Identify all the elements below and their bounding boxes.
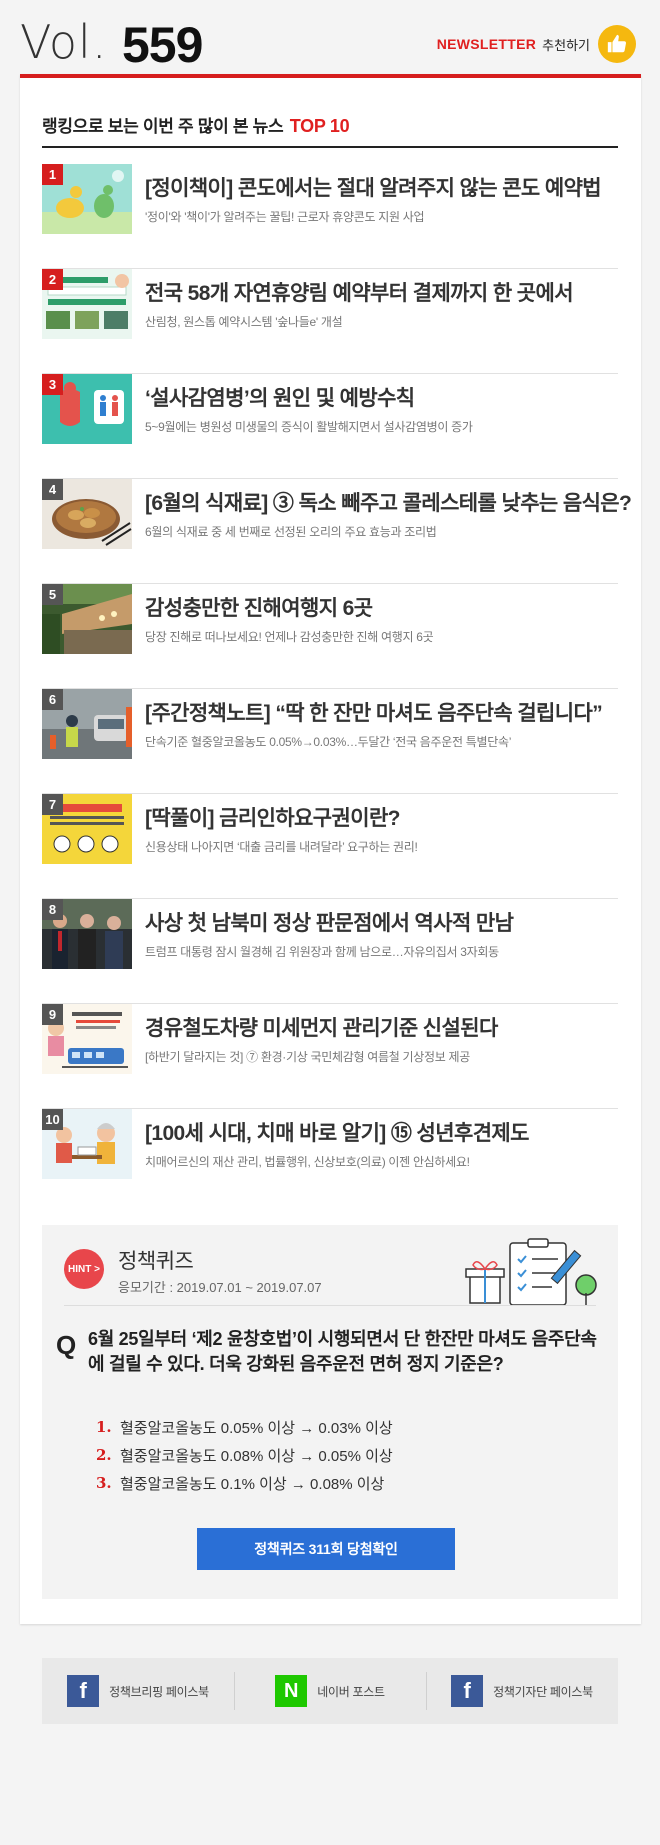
- question-mark: Q: [56, 1330, 77, 1360]
- thumbs-up-icon[interactable]: [598, 25, 636, 63]
- news-description: 당장 진해로 떠나보세요! 언제나 감성충만한 진해 여행지 6곳: [145, 630, 434, 644]
- news-item[interactable]: 10 [100세 시대, 치매 바로 알기] ⑮ 성년후견제도 치매어르신의 재…: [42, 1109, 618, 1214]
- news-item[interactable]: 6 [주간정책노트] “딱 한 잔만 마셔도 음주단속 걸립니다” 단속기준 혈…: [42, 689, 618, 794]
- quiz-options: 1. 혈중알코올농도 0.05% 이상 → 0.03% 이상 2. 혈중알코올농…: [96, 1413, 576, 1497]
- rank-badge: 1: [42, 164, 63, 185]
- facebook-icon: f: [67, 1675, 100, 1707]
- volume-number: 559: [122, 17, 203, 73]
- ranking-heading-accent: TOP 10: [289, 116, 350, 136]
- news-title[interactable]: [100세 시대, 치매 바로 알기] ⑮ 성년후견제도: [145, 1117, 620, 1147]
- news-description: 산림청, 원스톱 예약시스템 '숲나들e' 개설: [145, 315, 343, 329]
- rank-badge: 7: [42, 794, 63, 815]
- news-item[interactable]: 4 [6월의 식재료] ③ 독소 빼주고 콜레스테롤 낮추는 음식은? 6월의 …: [42, 479, 632, 584]
- news-title[interactable]: 경유철도차량 미세먼지 관리기준 신설된다: [145, 1012, 620, 1042]
- quiz-result-button[interactable]: 정책퀴즈 311회 당첨확인: [197, 1528, 455, 1570]
- rank-badge: 10: [42, 1109, 63, 1130]
- news-title[interactable]: [주간정책노트] “딱 한 잔만 마셔도 음주단속 걸립니다”: [145, 697, 620, 727]
- quiz-option[interactable]: 1. 혈중알코올농도 0.05% 이상 → 0.03% 이상: [96, 1413, 576, 1441]
- news-title[interactable]: [정이책이] 콘도에서는 절대 알려주지 않는 콘도 예약법: [145, 172, 620, 202]
- news-description: 트럼프 대통령 잠시 월경해 김 위원장과 함께 남으로…자유의집서 3자회동: [145, 945, 499, 959]
- news-item[interactable]: 7 [딱풀이] 금리인하요구권이란? 신용상태 나아지면 ‘대출 금리를 내려달…: [42, 794, 618, 899]
- rank-badge: 2: [42, 269, 63, 290]
- footer-link-naver-post[interactable]: N 네이버 포스트: [234, 1658, 426, 1724]
- news-description: '정이'와 '책이'가 알려주는 꿀팁! 근로자 휴양콘도 지원 사업: [145, 210, 425, 224]
- volume-prefix: Vol.: [20, 15, 108, 69]
- option-number: 2.: [96, 1446, 112, 1464]
- news-title[interactable]: [6월의 식재료] ③ 독소 빼주고 콜레스테롤 낮추는 음식은?: [145, 487, 632, 517]
- naver-icon: N: [275, 1675, 308, 1707]
- option-number: 1.: [96, 1418, 112, 1436]
- quiz-period: 응모기간 : 2019.07.01 ~ 2019.07.07: [118, 1280, 322, 1295]
- rank-badge: 6: [42, 689, 63, 710]
- rank-badge: 9: [42, 1004, 63, 1025]
- news-title[interactable]: 감성충만한 진해여행지 6곳: [145, 592, 620, 622]
- recommend-newsletter[interactable]: NEWSLETTER 추천하기: [437, 24, 636, 64]
- policy-quiz: HINT > 정책퀴즈 응모기간 : 2019.07.01 ~ 2019.07.…: [42, 1225, 618, 1599]
- quiz-illustration-icon: [462, 1235, 602, 1311]
- news-description: 신용상태 나아지면 ‘대출 금리를 내려달라’ 요구하는 권리!: [145, 840, 418, 854]
- option-text: 혈중알코올농도 0.08% 이상 → 0.05% 이상: [120, 1447, 393, 1465]
- hint-badge[interactable]: HINT >: [64, 1249, 104, 1289]
- ranking-heading-text: 랭킹으로 보는 이번 주 많이 본 뉴스: [42, 117, 284, 136]
- footer-link-briefing-facebook[interactable]: f 정책브리핑 페이스북: [42, 1658, 234, 1724]
- footer-link-label: 네이버 포스트: [317, 1684, 385, 1699]
- news-title[interactable]: 사상 첫 남북미 정상 판문점에서 역사적 만남: [145, 907, 620, 937]
- quiz-question: 6월 25일부터 ‘제2 윤창호법’이 시행되면서 단 한잔만 마셔도 음주단속…: [88, 1329, 597, 1374]
- quiz-title: 정책퀴즈: [118, 1250, 194, 1273]
- rank-badge: 5: [42, 584, 63, 605]
- news-description: 단속기준 혈중알코올농도 0.05%→0.03%…두달간 ‘전국 음주운전 특별…: [145, 735, 512, 749]
- news-description: [하반기 달라지는 것] ⑦ 환경·기상 국민체감형 여름철 기상정보 제공: [145, 1050, 470, 1064]
- quiz-option[interactable]: 3. 혈중알코올농도 0.1% 이상 → 0.08% 이상: [96, 1469, 576, 1497]
- quiz-option[interactable]: 2. 혈중알코올농도 0.08% 이상 → 0.05% 이상: [96, 1441, 576, 1469]
- rank-badge: 3: [42, 374, 63, 395]
- ranking-heading: 랭킹으로 보는 이번 주 많이 본 뉴스 TOP 10: [42, 112, 350, 137]
- heading-divider: [42, 146, 618, 148]
- news-list: 1 [정이책이] 콘도에서는 절대 알려주지 않는 콘도 예약법 '정이'와 '…: [42, 164, 632, 1214]
- option-number: 3.: [96, 1474, 112, 1492]
- news-title[interactable]: ‘설사감염병’의 원인 및 예방수칙: [145, 382, 620, 412]
- footer-link-label: 정책기자단 페이스북: [493, 1684, 593, 1699]
- news-description: 치매어르신의 재산 관리, 법률행위, 신상보호(의료) 이젠 안심하세요!: [145, 1155, 470, 1169]
- news-item[interactable]: 3 ‘설사감염병’의 원인 및 예방수칙 5~9월에는 병원성 미생물의 증식이…: [42, 374, 618, 479]
- news-item[interactable]: 1 [정이책이] 콘도에서는 절대 알려주지 않는 콘도 예약법 '정이'와 '…: [42, 164, 618, 269]
- newsletter-card: 랭킹으로 보는 이번 주 많이 본 뉴스 TOP 10 1 [정이책이] 콘도에…: [20, 74, 641, 1624]
- news-item[interactable]: 8 사상 첫 남북미 정상 판문점에서 역사적 만남 트럼프 대통령 잠시 월경…: [42, 899, 618, 1004]
- quiz-divider: [64, 1305, 596, 1306]
- footer-link-label: 정책브리핑 페이스북: [109, 1684, 209, 1699]
- rank-badge: 4: [42, 479, 63, 500]
- newsletter-header: Vol. 559 NEWSLETTER 추천하기: [0, 0, 660, 78]
- option-text: 혈중알코올농도 0.1% 이상 → 0.08% 이상: [120, 1475, 385, 1493]
- newsletter-label: NEWSLETTER: [436, 36, 537, 52]
- footer-link-reporters-facebook[interactable]: f 정책기자단 페이스북: [426, 1658, 618, 1724]
- news-description: 6월의 식재료 중 세 번째로 선정된 오리의 주요 효능과 조리법: [145, 525, 437, 539]
- news-description: 5~9월에는 병원성 미생물의 증식이 활발해지면서 설사감염병이 증가: [145, 420, 473, 434]
- news-title[interactable]: [딱풀이] 금리인하요구권이란?: [145, 802, 620, 832]
- news-item[interactable]: 2 전국 58개 자연휴양림 예약부터 결제까지 한 곳에서 산림청, 원스톱 …: [42, 269, 618, 374]
- news-title[interactable]: 전국 58개 자연휴양림 예약부터 결제까지 한 곳에서: [145, 277, 620, 307]
- facebook-icon: f: [451, 1675, 484, 1707]
- rank-badge: 8: [42, 899, 63, 920]
- recommend-label: 추천하기: [542, 37, 590, 53]
- news-item[interactable]: 9 경유철도차량 미세먼지 관리기준 신설된다 [하반기 달라지는 것] ⑦ 환…: [42, 1004, 618, 1109]
- option-text: 혈중알코올농도 0.05% 이상 → 0.03% 이상: [120, 1419, 393, 1437]
- news-item[interactable]: 5 감성충만한 진해여행지 6곳 당장 진해로 떠나보세요! 언제나 감성충만한…: [42, 584, 618, 689]
- social-footer: f 정책브리핑 페이스북 N 네이버 포스트 f 정책기자단 페이스북: [42, 1658, 618, 1724]
